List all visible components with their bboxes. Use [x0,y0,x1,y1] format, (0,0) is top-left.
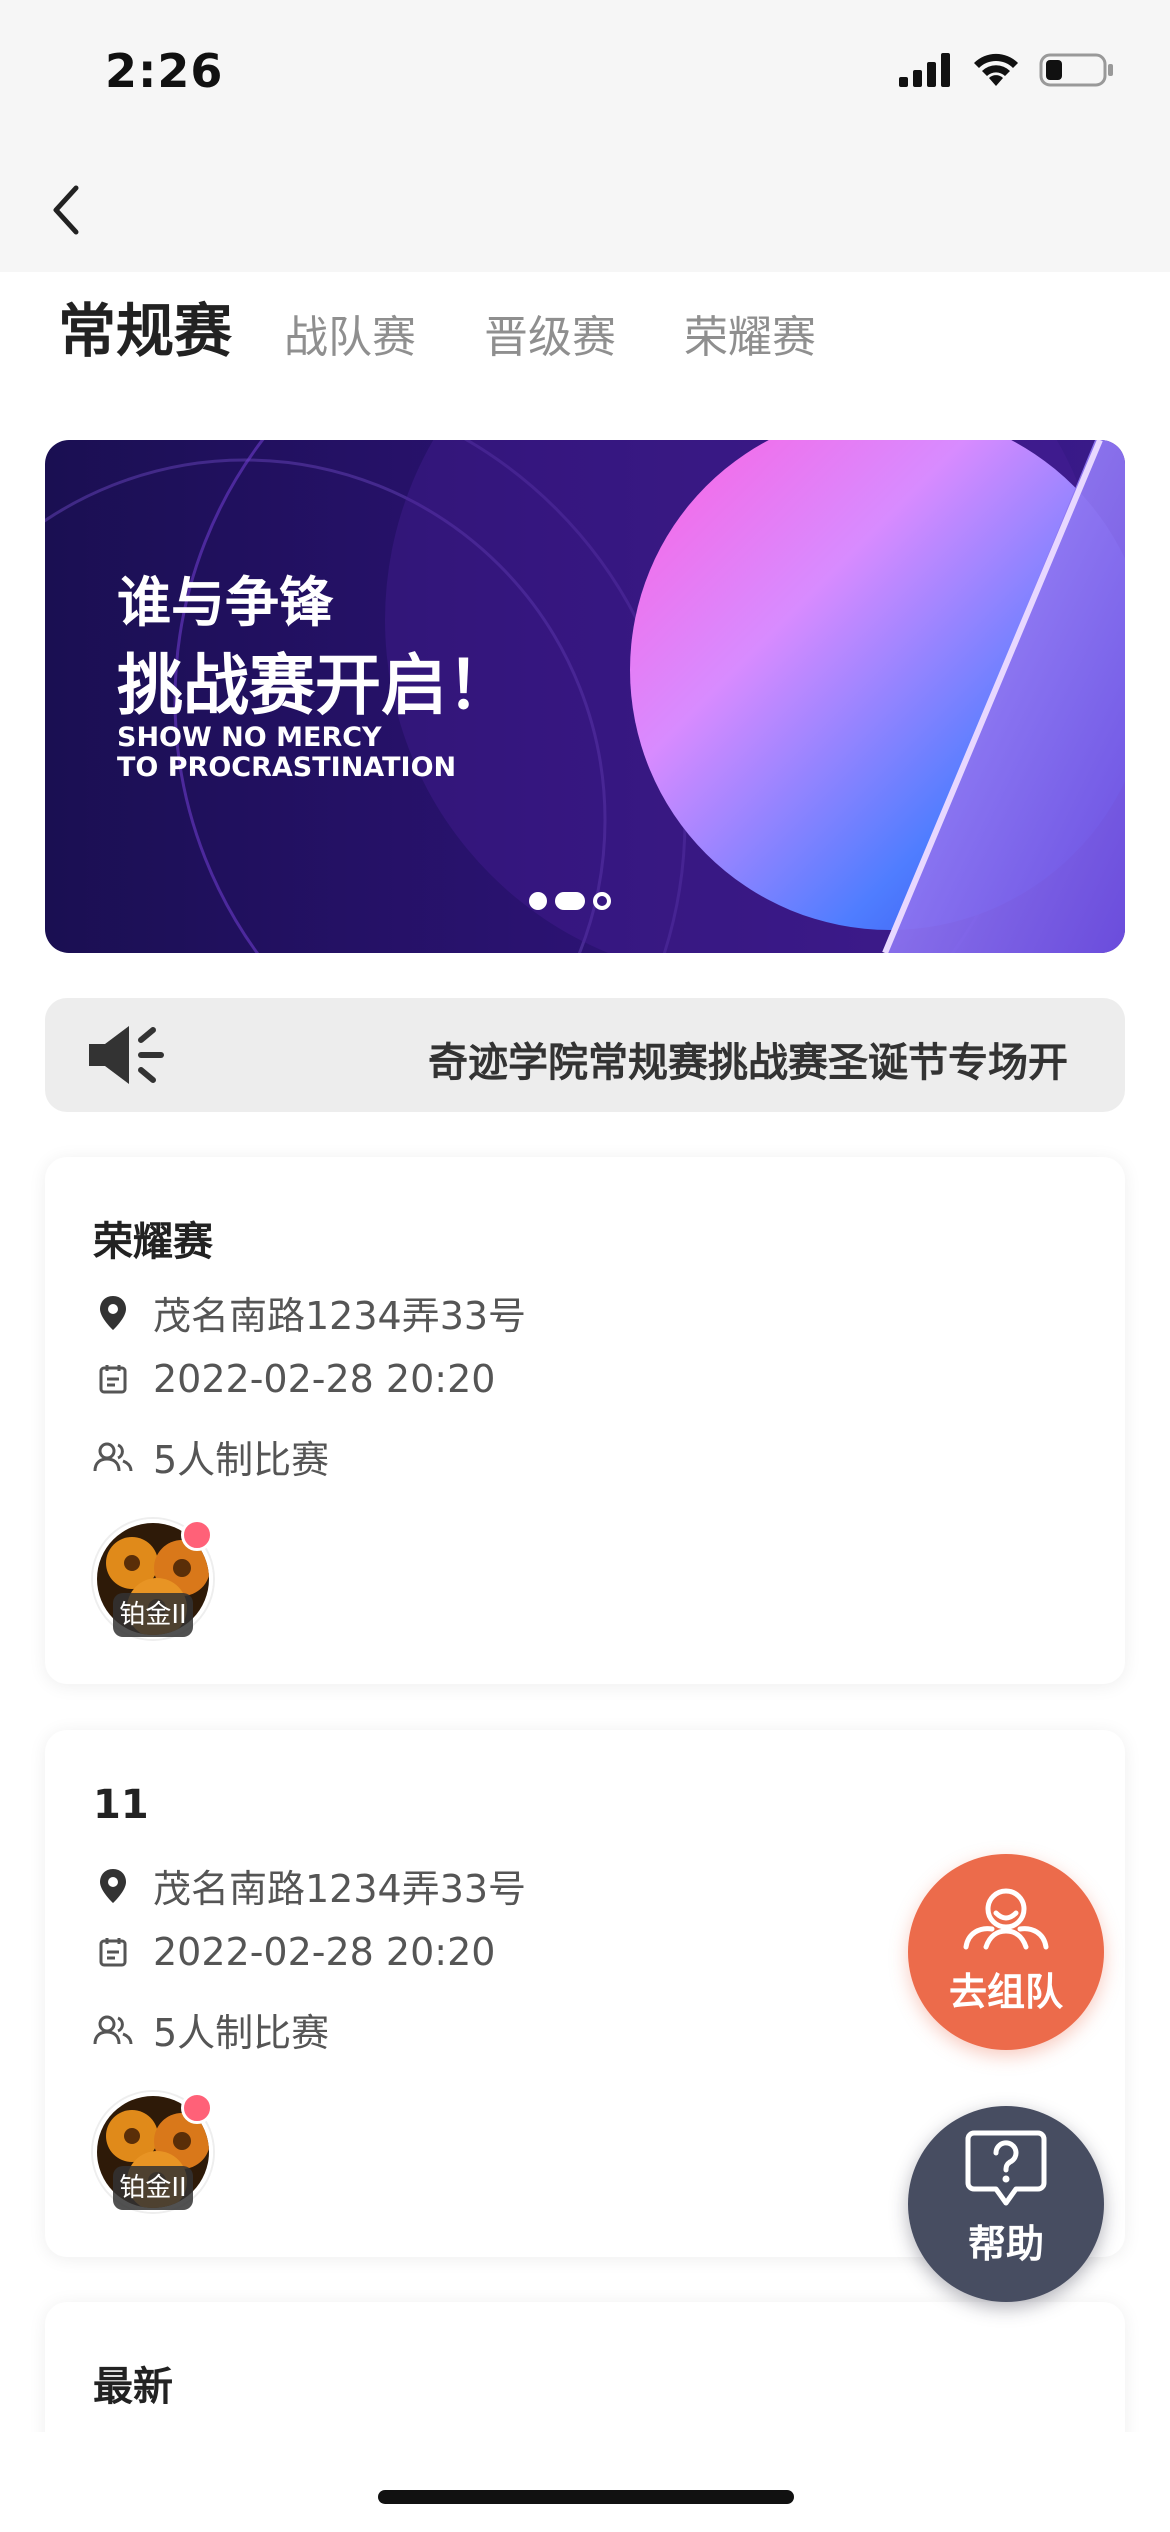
match-card[interactable]: 最新 [45,2302,1125,2432]
team-icon [963,1888,1049,1950]
status-bar: 2:26 [0,0,1170,150]
home-indicator-bar [0,2432,1170,2532]
tab-team[interactable]: 战队赛 [284,316,416,360]
match-datetime: 2022-02-28 20:20 [153,1357,496,1401]
match-datetime-row: 2022-02-28 20:20 [93,1930,495,1974]
announcement-text: 奇迹学院常规赛挑战赛圣诞节专场开 [428,1040,1068,1086]
rank-label: 铂金II [113,1593,193,1637]
carousel-dot[interactable] [593,892,611,910]
home-indicator[interactable] [378,2490,794,2504]
speaker-icon [89,1026,164,1084]
match-address-row: 茂名南路1234弄33号 [93,1858,526,1913]
banner-title-line1: 谁与争锋 [117,571,333,634]
help-button[interactable]: 帮助 [908,2106,1104,2302]
tab-glory[interactable]: 荣耀赛 [684,316,816,360]
match-address: 茂名南路1234弄33号 [153,1294,527,1338]
banner-title-line2: 挑战赛开启！ [117,647,513,724]
match-title: 11 [93,1782,149,1828]
back-chevron-icon[interactable] [40,178,100,242]
tab-regular[interactable]: 常规赛 [58,302,232,360]
player-avatar[interactable]: 铂金II [93,2092,213,2212]
users-icon [93,1442,133,1471]
carousel-dot[interactable] [529,892,547,910]
location-pin-icon [100,1868,126,1903]
player-avatar[interactable]: 铂金II [93,1519,213,1639]
match-title: 最新 [93,2364,173,2410]
match-datetime-row: 2022-02-28 20:20 [93,1357,495,1401]
match-format-row: 5人制比赛 [93,1429,329,1484]
match-address-row: 茂名南路1234弄33号 [93,1285,526,1340]
notification-badge-icon [181,2092,213,2124]
users-icon [93,2015,133,2044]
match-format: 5人制比赛 [153,1438,330,1482]
category-tabs: 常规赛 战队赛 晋级赛 荣耀赛 [58,302,884,360]
help-label: 帮助 [967,2222,1044,2266]
main-content: 常规赛 战队赛 晋级赛 荣耀赛 谁与争锋 挑战赛开启！ SHOW NO MERC… [0,272,1170,2432]
find-team-button[interactable]: 去组队 [908,1854,1104,2050]
banner-subtitle-line1: SHOW NO MERCY [117,722,382,753]
battery-icon [1039,53,1113,87]
match-format: 5人制比赛 [153,2011,330,2055]
status-icons [899,52,1115,88]
find-team-label: 去组队 [948,1970,1063,2014]
help-question-icon [965,2130,1047,2206]
nav-bar [0,150,1170,272]
notification-badge-icon [181,1519,213,1551]
match-title: 荣耀赛 [93,1219,213,1265]
banner-subtitle-line2: TO PROCRASTINATION [117,752,457,783]
tab-promotion[interactable]: 晋级赛 [484,316,616,360]
wifi-icon [974,53,1018,86]
announcement-bar[interactable]: 奇迹学院常规赛挑战赛圣诞节专场开 [45,998,1125,1112]
rank-label: 铂金II [113,2166,193,2210]
match-card[interactable]: 荣耀赛 茂名南路1234弄33号 2022-02-28 20:20 5人制比赛 … [45,1157,1125,1684]
calendar-icon [99,1938,127,1967]
carousel-indicator [529,892,611,910]
carousel-dot-active[interactable] [555,892,585,910]
match-datetime: 2022-02-28 20:20 [153,1930,496,1974]
calendar-icon [99,1365,127,1394]
match-format-row: 5人制比赛 [93,2002,329,2057]
status-time: 2:26 [105,44,224,98]
match-address: 茂名南路1234弄33号 [153,1867,527,1911]
promo-banner[interactable]: 谁与争锋 挑战赛开启！ SHOW NO MERCY TO PROCRASTINA… [45,440,1125,953]
location-pin-icon [100,1295,126,1330]
cellular-signal-icon [899,53,950,87]
